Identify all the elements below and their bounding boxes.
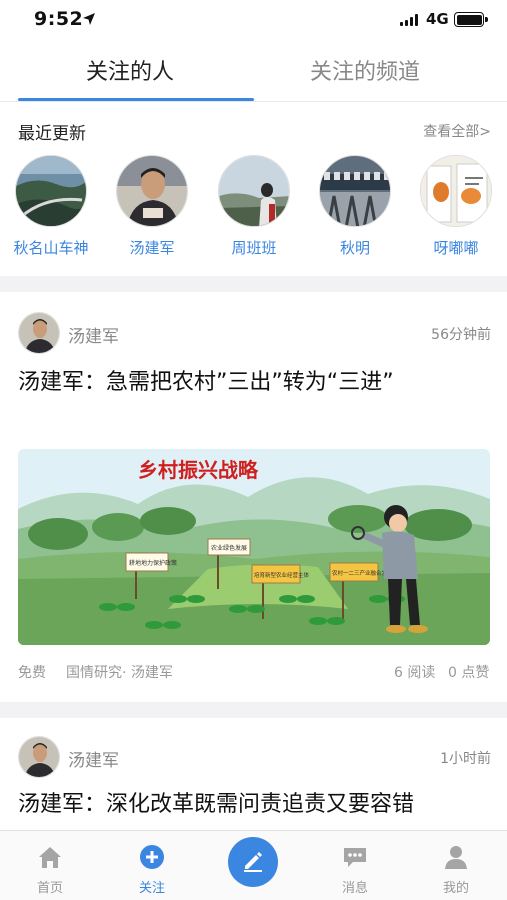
recent-person-name: 周班班 <box>231 239 277 257</box>
see-all-link[interactable]: 查看全部> <box>423 121 491 141</box>
profile-icon <box>442 843 470 875</box>
author-avatar[interactable] <box>18 736 60 778</box>
top-tabs: 关注的人 关注的频道 <box>0 40 507 102</box>
signal-icon <box>400 14 418 26</box>
message-icon <box>341 843 369 875</box>
nav-home[interactable]: 首页 <box>0 831 100 900</box>
active-tab-indicator <box>18 98 254 101</box>
recent-person-name: 秋明 <box>339 239 370 257</box>
recent-person-name: 汤建军 <box>129 239 175 257</box>
nav-label: 首页 <box>36 881 63 896</box>
recent-person[interactable]: 汤建军 <box>102 155 202 258</box>
plus-circle-icon <box>138 843 166 875</box>
compose-icon <box>240 847 266 877</box>
nav-profile[interactable]: 我的 <box>406 831 506 900</box>
like-count[interactable]: 0 点赞 <box>448 662 489 682</box>
image-sign-text: 耕地地力保护政策 <box>129 559 177 567</box>
compose-button[interactable] <box>228 837 278 887</box>
nav-label: 消息 <box>341 881 368 896</box>
recent-person[interactable]: 秋名山车神 <box>1 155 101 258</box>
image-banner-text: 乡村振兴战略 <box>138 458 259 482</box>
status-time: 9:52 <box>34 8 84 30</box>
post-time: 1小时前 <box>440 751 491 767</box>
recent-person[interactable]: 秋明 <box>305 155 405 258</box>
bottom-nav: 首页 关注 消息 我的 <box>0 830 507 900</box>
article-title[interactable]: 汤建军：深化改革既需问责追责又要容错 <box>18 786 489 824</box>
recent-person[interactable]: 周班班 <box>204 155 304 258</box>
nav-messages[interactable]: 消息 <box>305 831 405 900</box>
location-arrow-icon <box>82 11 96 30</box>
author-name[interactable]: 汤建军 <box>68 322 119 347</box>
avatar <box>420 155 492 227</box>
author-avatar[interactable] <box>18 312 60 354</box>
nav-label: 关注 <box>138 881 165 896</box>
article-source[interactable]: 国情研究· 汤建军 <box>66 662 173 682</box>
home-icon <box>36 843 64 875</box>
article-title[interactable]: 汤建军：急需把农村”三出”转为“三进” <box>18 364 489 402</box>
read-count: 6 阅读 <box>394 665 436 681</box>
section-divider <box>0 276 507 292</box>
recent-person-name: 秋名山车神 <box>13 239 89 257</box>
battery-icon <box>454 12 488 27</box>
article-card[interactable]: 汤建军 56分钟前 汤建军：急需把农村”三出”转为“三进” 乡村振兴战略 耕地地… <box>0 292 507 702</box>
image-sign-text: 培育新型农业经营主体 <box>254 571 310 579</box>
recent-person[interactable]: 呀嘟嘟 <box>406 155 506 258</box>
article-card[interactable]: 汤建军 1小时前 汤建军：深化改革既需问责追责又要容错 <box>0 718 507 830</box>
tab-followed-people[interactable]: 关注的人 <box>86 54 174 86</box>
avatar <box>15 155 87 227</box>
section-divider <box>0 702 507 718</box>
nav-label: 我的 <box>442 881 469 896</box>
recent-person-name: 呀嘟嘟 <box>433 239 479 257</box>
recent-updates-title: 最近更新 <box>18 124 86 144</box>
post-time: 56分钟前 <box>431 327 491 343</box>
network-label: 4G <box>426 10 449 28</box>
avatar <box>319 155 391 227</box>
tab-followed-channels[interactable]: 关注的频道 <box>310 54 420 86</box>
app-screen: 9:52 4G 关注的人 关注的频道 最近更新 查看全部> 秋名山车神 汤建军 … <box>0 0 507 900</box>
avatar <box>218 155 290 227</box>
recent-updates-section: 最近更新 查看全部> 秋名山车神 汤建军 周班班 秋明 呀嘟嘟 <box>0 103 507 275</box>
image-sign-text: 农业绿色发展 <box>211 544 247 552</box>
avatar <box>116 155 188 227</box>
price-label: 免费 <box>18 665 46 681</box>
status-bar: 9:52 4G <box>0 0 507 40</box>
recent-avatars-row: 秋名山车神 汤建军 周班班 秋明 呀嘟嘟 <box>0 155 507 265</box>
author-name[interactable]: 汤建军 <box>68 746 119 771</box>
nav-follow[interactable]: 关注 <box>102 831 202 900</box>
article-image[interactable]: 乡村振兴战略 耕地地力保护政策 农业绿色发展 培育新型农业经营主体 农村一二三产… <box>18 449 490 645</box>
